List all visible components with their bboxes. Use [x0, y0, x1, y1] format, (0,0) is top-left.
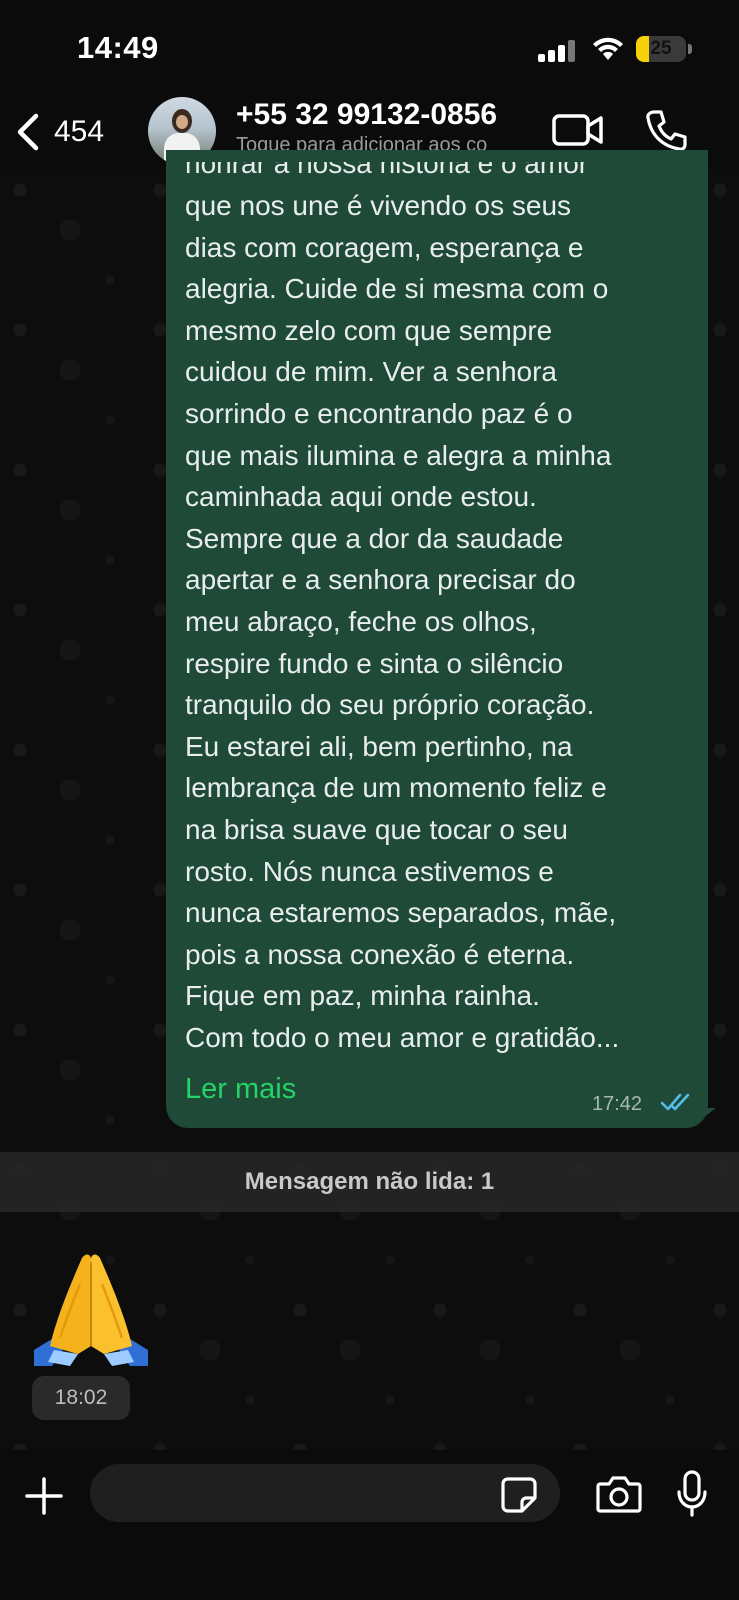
message-line: Fique em paz, minha rainha.	[185, 980, 540, 1012]
message-line: caminhada aqui onde estou.	[185, 481, 537, 513]
unread-chats-count: 454	[54, 115, 105, 148]
message-line: nunca estaremos separados, mãe,	[185, 897, 617, 929]
message-composer	[0, 1450, 739, 1600]
folded-hands-emoji[interactable]	[30, 1250, 152, 1368]
message-line: cuidou de mim. Ver a senhora	[185, 356, 557, 388]
message-line: rosto. Nós nunca estivemos e	[185, 855, 554, 887]
wifi-icon	[593, 37, 623, 60]
read-more-link[interactable]: Ler mais	[185, 1073, 296, 1106]
phone-icon	[646, 110, 687, 151]
microphone-button[interactable]	[676, 1470, 708, 1518]
video-call-button[interactable]	[552, 112, 604, 148]
camera-icon	[596, 1476, 642, 1513]
message-line: na brisa suave que tocar o seu	[185, 813, 568, 845]
message-line: Eu estarei ali, bem pertinho, na	[185, 730, 573, 762]
message-line: respire fundo e sinta o silêncio	[185, 647, 564, 679]
attach-button[interactable]	[24, 1476, 64, 1516]
microphone-icon	[677, 1470, 707, 1517]
bubble-tail	[700, 1108, 716, 1120]
incoming-message-time: 18:02	[32, 1376, 130, 1420]
unread-label: Mensagem não lida: 1	[244, 1168, 495, 1195]
sticker-button[interactable]	[500, 1476, 538, 1514]
message-line: lembrança de um momento feliz e	[185, 772, 607, 804]
plus-icon	[25, 1477, 63, 1515]
message-line: sorrindo e encontrando paz é o	[185, 397, 573, 429]
message-line: pois a nossa conexão é eterna.	[185, 938, 575, 970]
message-line: meu abraço, feche os olhos,	[185, 605, 537, 637]
status-time: 14:49	[77, 30, 159, 65]
message-line: mesmo zelo com que sempre	[185, 314, 553, 346]
battery-level: 25	[650, 38, 672, 59]
message-line: dias com coragem, esperança e	[185, 231, 584, 263]
cellular-signal-icon	[538, 40, 576, 62]
message-line: apertar e a senhora precisar do	[185, 564, 576, 596]
battery-icon: 25	[636, 36, 686, 62]
message-partial-line: honrar a nossa história e o amor	[185, 162, 589, 179]
message-input[interactable]	[90, 1464, 560, 1522]
battery-tip	[688, 44, 692, 54]
message-line: tranquilo do seu próprio coração.	[185, 689, 595, 721]
message-line: Sempre que a dor da saudade	[185, 522, 564, 554]
status-bar: 14:49 25	[0, 0, 739, 92]
message-line: que mais ilumina e alegra a minha	[185, 439, 612, 471]
video-camera-icon	[552, 114, 603, 146]
chevron-left-icon	[17, 113, 39, 151]
message-line: que nos une é vivendo os seus	[185, 190, 572, 221]
camera-button[interactable]	[596, 1474, 642, 1514]
contact-name[interactable]: +55 32 99132-0856	[236, 98, 497, 132]
sticker-icon	[501, 1477, 537, 1513]
message-text: que nos une é vivendo os seus dias com co…	[185, 185, 705, 1058]
message-line: Com todo o meu amor e gratidão...	[185, 1021, 620, 1053]
message-time: 17:42	[592, 1093, 643, 1115]
message-line: alegria. Cuide de si mesma com o	[185, 273, 609, 305]
back-button[interactable]: 454	[14, 110, 104, 154]
double-check-icon	[660, 1093, 690, 1111]
voice-call-button[interactable]	[644, 108, 688, 152]
